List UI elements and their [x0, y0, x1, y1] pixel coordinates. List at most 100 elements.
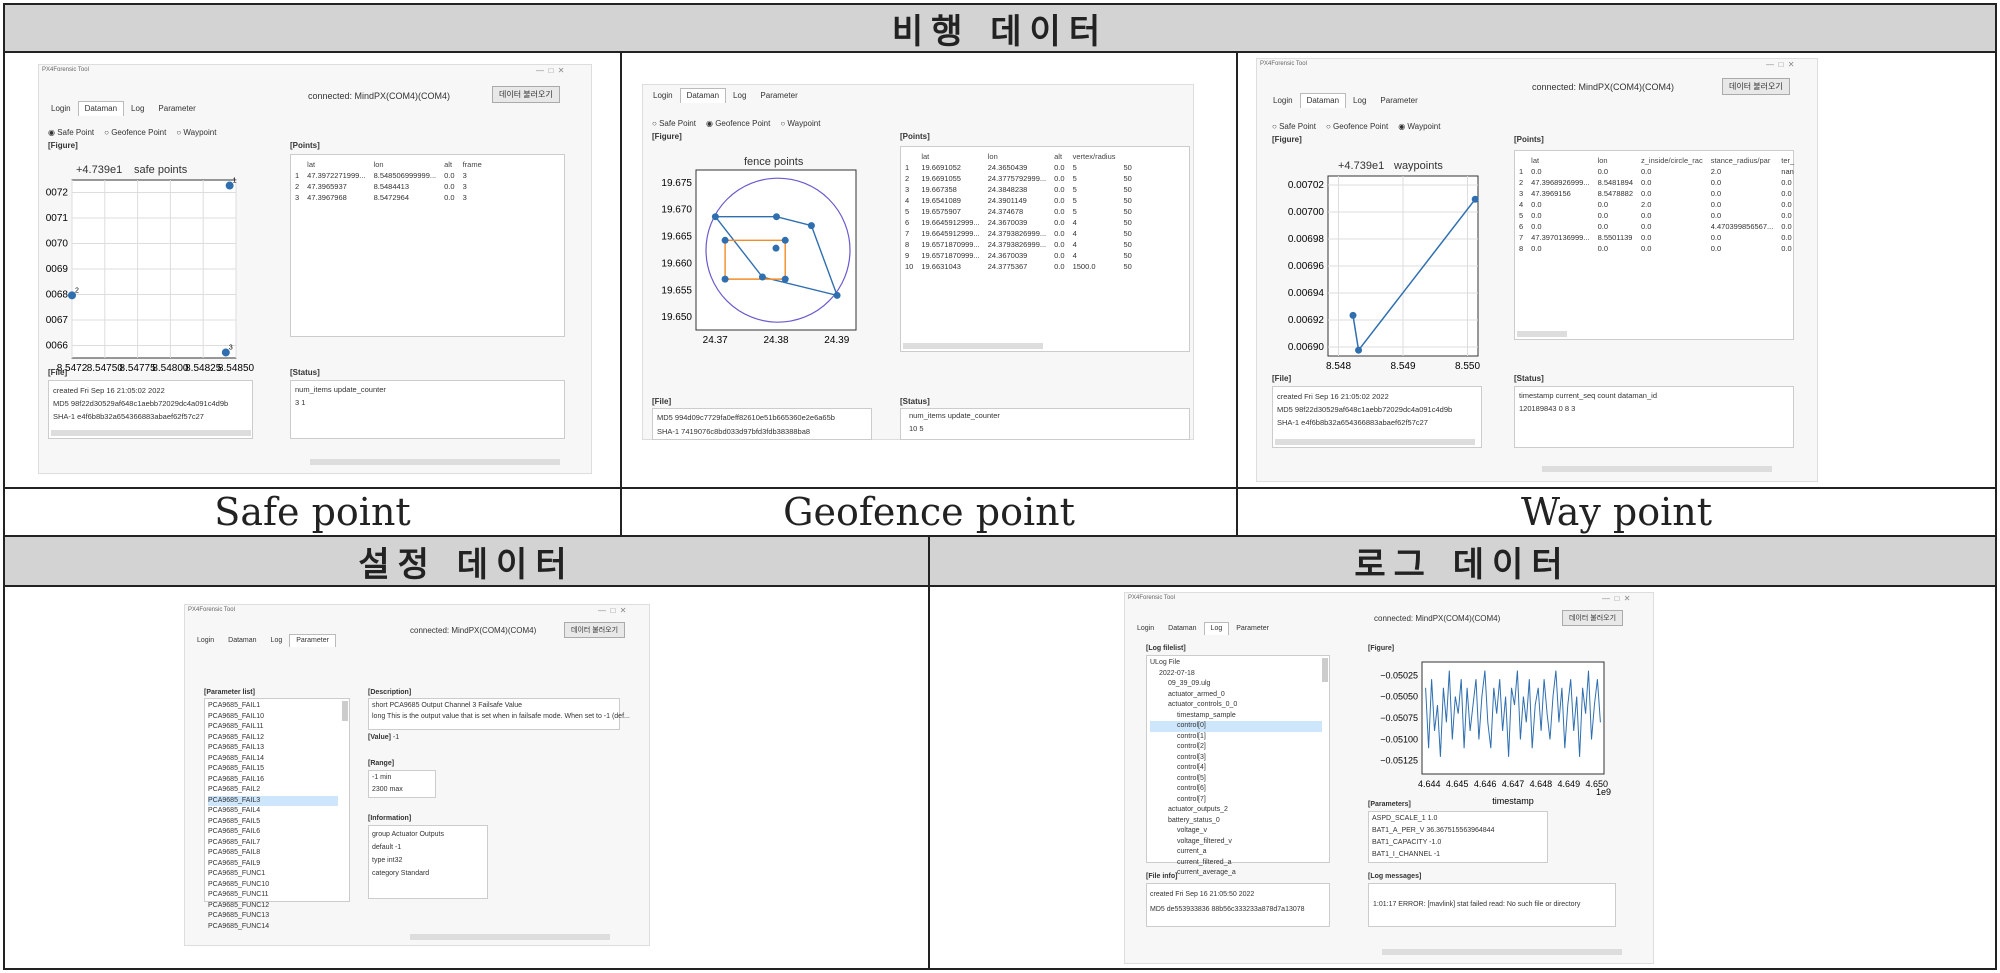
- param-list-item[interactable]: PCA9685_FAIL8: [208, 848, 338, 859]
- radio-waypoint[interactable]: Waypoint: [176, 128, 216, 137]
- column-header[interactable]: z_inside/circle_rac: [1637, 155, 1707, 166]
- tab-login[interactable]: Login: [190, 634, 221, 647]
- tree-item[interactable]: 09_39_09.ulg: [1150, 679, 1322, 690]
- param-list-item[interactable]: PCA9685_FAIL14: [208, 754, 338, 765]
- tab-log[interactable]: Log: [124, 101, 151, 116]
- table-row[interactable]: 7 19.6645912999... 24.3793826999... 0.0 4 50: [901, 228, 1136, 239]
- tree-item[interactable]: current_filtered_a: [1150, 858, 1322, 869]
- tab-log[interactable]: Log: [726, 88, 753, 103]
- tab-dataman[interactable]: Dataman: [77, 101, 125, 116]
- table-hscroll[interactable]: [1517, 331, 1567, 337]
- bottom-scroll[interactable]: [1382, 949, 1622, 955]
- tree-item[interactable]: ULog File: [1150, 658, 1322, 669]
- tree-item[interactable]: battery_status_0: [1150, 816, 1322, 827]
- tab-login[interactable]: Login: [44, 101, 78, 116]
- column-header[interactable]: alt: [440, 159, 458, 170]
- radio-safe-point[interactable]: Safe Point: [1272, 122, 1316, 131]
- column-header[interactable]: lat: [303, 159, 369, 170]
- table-row[interactable]: 4 19.6541089 24.3901149 0.0 5 50: [901, 195, 1136, 206]
- param-list-item[interactable]: PCA9685_FAIL2: [208, 785, 338, 796]
- param-list-item[interactable]: PCA9685_FUNC1: [208, 869, 338, 880]
- column-header[interactable]: [1120, 151, 1136, 162]
- tab-parameter[interactable]: Parameter: [151, 101, 202, 116]
- tree-item[interactable]: control[1]: [1150, 732, 1322, 743]
- radio-safe-point[interactable]: Safe Point: [48, 128, 94, 137]
- tree-item[interactable]: actuator_armed_0: [1150, 690, 1322, 701]
- param-list-item[interactable]: PCA9685_FAIL5: [208, 817, 338, 828]
- param-list-item[interactable]: PCA9685_FAIL12: [208, 733, 338, 744]
- table-hscroll[interactable]: [903, 343, 1043, 349]
- param-list-item[interactable]: PCA9685_FUNC10: [208, 880, 338, 891]
- file-hscroll[interactable]: [1275, 439, 1475, 445]
- tab-dataman[interactable]: Dataman: [1161, 622, 1203, 635]
- tree-item[interactable]: control[0]: [1150, 721, 1322, 732]
- tab-parameter[interactable]: Parameter: [1229, 622, 1276, 635]
- bottom-scroll[interactable]: [1542, 466, 1772, 472]
- radio-geofence-point[interactable]: Geofence Point: [706, 119, 770, 128]
- table-row[interactable]: 7 47.3970136999... 8.5501139 0.0 0.0 0.0: [1515, 232, 1798, 243]
- tab-parameter[interactable]: Parameter: [753, 88, 804, 103]
- tree-scrollbar[interactable]: [1322, 658, 1328, 682]
- tab-dataman[interactable]: Dataman: [1299, 93, 1347, 108]
- tab-login[interactable]: Login: [1130, 622, 1161, 635]
- table-row[interactable]: 2 47.3965937 8.5484413 0.0 3: [291, 181, 486, 192]
- table-row[interactable]: 3 47.3967968 8.5472964 0.0 3: [291, 192, 486, 203]
- param-list-item[interactable]: PCA9685_FAIL4: [208, 806, 338, 817]
- tree-item[interactable]: current_a: [1150, 847, 1322, 858]
- param-list-item[interactable]: PCA9685_FAIL3: [208, 795, 338, 806]
- column-header[interactable]: lon: [984, 151, 1050, 162]
- param-list-item[interactable]: PCA9685_FAIL16: [208, 775, 338, 786]
- column-header[interactable]: lon: [370, 159, 441, 170]
- tab-login[interactable]: Login: [1266, 93, 1300, 108]
- load-data-button[interactable]: 데이터 불러오기: [1722, 78, 1790, 95]
- column-header[interactable]: lat: [917, 151, 983, 162]
- tab-log[interactable]: Log: [264, 634, 290, 647]
- param-list-item[interactable]: PCA9685_FAIL13: [208, 743, 338, 754]
- radio-waypoint[interactable]: Waypoint: [1398, 122, 1440, 131]
- column-header[interactable]: ter_: [1777, 155, 1798, 166]
- radio-waypoint[interactable]: Waypoint: [780, 119, 820, 128]
- param-list-item[interactable]: PCA9685_FAIL1: [208, 701, 338, 712]
- table-row[interactable]: 2 47.3968926999... 8.5481894 0.0 0.0 0.0: [1515, 177, 1798, 188]
- tree-item[interactable]: control[3]: [1150, 753, 1322, 764]
- column-header[interactable]: alt: [1050, 151, 1068, 162]
- radio-geofence-point[interactable]: Geofence Point: [104, 128, 166, 137]
- window-controls[interactable]: — □ ✕: [1602, 594, 1630, 603]
- bottom-scroll[interactable]: [410, 934, 610, 940]
- table-row[interactable]: 6 19.6645912999... 24.3670039 0.0 4 50: [901, 217, 1136, 228]
- param-list-item[interactable]: PCA9685_FUNC13: [208, 911, 338, 922]
- table-row[interactable]: 8 0.0 0.0 0.0 0.0 0.0: [1515, 243, 1798, 254]
- column-header[interactable]: lat: [1527, 155, 1593, 166]
- table-row[interactable]: 10 19.6631043 24.3775367 0.0 1500.0 50: [901, 261, 1136, 272]
- load-data-button[interactable]: 데이터 불러오기: [492, 86, 560, 103]
- tree-item[interactable]: actuator_controls_0_0: [1150, 700, 1322, 711]
- tab-dataman[interactable]: Dataman: [221, 634, 263, 647]
- param-list-item[interactable]: PCA9685_FAIL10: [208, 712, 338, 723]
- window-controls[interactable]: — □ ✕: [598, 606, 626, 615]
- table-row[interactable]: 3 19.667358 24.3848238 0.0 5 50: [901, 184, 1136, 195]
- tree-item[interactable]: 2022-07-18: [1150, 669, 1322, 680]
- radio-geofence-point[interactable]: Geofence Point: [1326, 122, 1388, 131]
- window-controls[interactable]: — □ ✕: [536, 66, 564, 75]
- table-row[interactable]: 2 19.6691055 24.3775792999... 0.0 5 50: [901, 173, 1136, 184]
- column-header[interactable]: vertex/radius: [1069, 151, 1120, 162]
- column-header[interactable]: lon: [1594, 155, 1637, 166]
- param-list-item[interactable]: PCA9685_FUNC14: [208, 922, 338, 933]
- table-row[interactable]: 8 19.6571870999... 24.3793826999... 0.0 4 50: [901, 239, 1136, 250]
- tree-item[interactable]: voltage_filtered_v: [1150, 837, 1322, 848]
- tree-item[interactable]: voltage_v: [1150, 826, 1322, 837]
- window-controls[interactable]: — □ ✕: [1766, 60, 1794, 69]
- tab-dataman[interactable]: Dataman: [679, 88, 727, 103]
- table-row[interactable]: 6 0.0 0.0 0.0 4.470399856567... 0.0: [1515, 221, 1798, 232]
- file-hscroll[interactable]: [51, 430, 251, 436]
- tree-item[interactable]: control[6]: [1150, 784, 1322, 795]
- table-row[interactable]: 5 0.0 0.0 0.0 0.0 0.0: [1515, 210, 1798, 221]
- column-header[interactable]: frame: [459, 159, 486, 170]
- param-list-item[interactable]: PCA9685_FAIL9: [208, 859, 338, 870]
- bottom-scroll[interactable]: [310, 459, 560, 465]
- param-list-item[interactable]: PCA9685_FAIL15: [208, 764, 338, 775]
- tab-login[interactable]: Login: [646, 88, 680, 103]
- tree-item[interactable]: actuator_outputs_2: [1150, 805, 1322, 816]
- tab-log[interactable]: Log: [1346, 93, 1373, 108]
- param-list-item[interactable]: PCA9685_FAIL11: [208, 722, 338, 733]
